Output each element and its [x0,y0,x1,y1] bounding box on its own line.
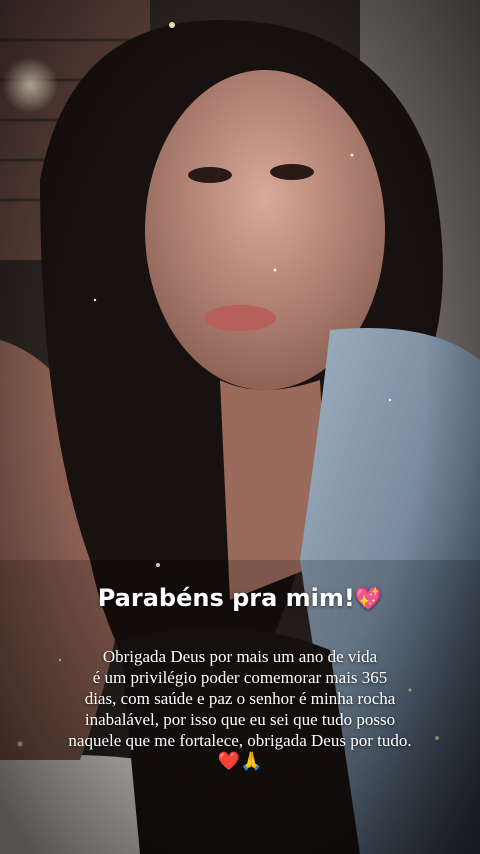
caption-line: dias, com saúde e paz o senhor é minha r… [84,689,396,708]
title-text: Parabéns pra mim!💖 [0,584,480,612]
heart-pray-icons: ❤️🙏 [217,751,263,771]
title-label: Parabéns pra mim! [97,584,355,612]
caption-text: Obrigada Deus por mais um ano de vida é … [0,646,480,772]
story-photo: Parabéns pra mim!💖 Obrigada Deus por mai… [0,0,480,854]
caption-line: é um privilégio poder comemorar mais 365 [92,668,388,687]
caption-line: inabalável, por isso que eu sei que tudo… [84,710,396,729]
caption-line: naquele que me fortalece, obrigada Deus … [68,731,412,750]
caption-line: Obrigada Deus por mais um ano de vida [102,647,378,666]
sparkling-heart-icon: 💖 [354,587,383,612]
